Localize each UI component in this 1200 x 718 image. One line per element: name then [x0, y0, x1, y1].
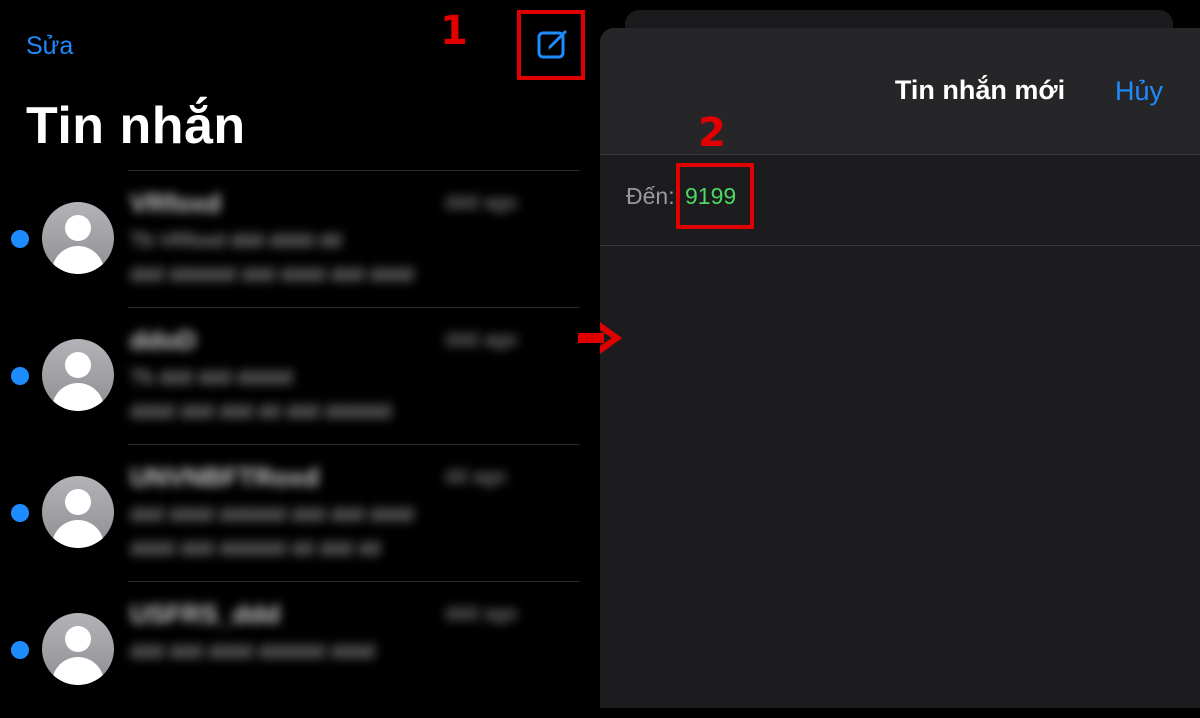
- unread-indicator: [11, 504, 29, 522]
- person-icon: [42, 476, 114, 548]
- cancel-button[interactable]: Hủy: [1115, 76, 1163, 107]
- conversation-row[interactable]: ddoD ddd ago Tb ddd ddd ddddd dddd ddd d…: [0, 307, 600, 444]
- conversation-time: dd ago: [445, 466, 507, 488]
- divider: [128, 444, 580, 445]
- conversation-time: ddd ago: [445, 329, 518, 351]
- messages-list-pane: Sửa Tin nhắn VRfoxd ddd ago Tb VRfoxd dd…: [0, 0, 600, 685]
- divider: [128, 581, 580, 582]
- unread-indicator: [11, 230, 29, 248]
- conversation-name: ddoD: [130, 325, 197, 355]
- conversation-preview-line: ddd dddddd ddd dddd ddd dddd: [130, 264, 414, 286]
- arrow-right-icon: [578, 322, 622, 354]
- conversation-preview-line: Tb VRfoxd ddd dddd dd: [130, 230, 342, 252]
- person-icon: [42, 613, 114, 685]
- conversation-name: USFRS_ddd: [130, 599, 281, 629]
- step2-number: 2: [698, 110, 726, 156]
- conversation-list: VRfoxd ddd ago Tb VRfoxd ddd dddd dd ddd…: [0, 170, 600, 718]
- page-title: Tin nhắn: [26, 97, 246, 155]
- edit-button[interactable]: Sửa: [26, 32, 73, 61]
- sheet-title: Tin nhắn mới: [894, 75, 1066, 105]
- conversation-preview-line: dddd ddd dddddd dd ddd dd: [130, 538, 381, 560]
- unread-indicator: [11, 641, 29, 659]
- conversation-name: VRfoxd: [130, 188, 221, 218]
- conversation-preview-line: Tb ddd ddd ddddd: [130, 367, 293, 389]
- person-icon: [42, 339, 114, 411]
- unread-indicator: [11, 367, 29, 385]
- conversation-preview-line: ddd dddd dddddd ddd ddd dddd: [130, 504, 414, 526]
- step1-number: 1: [440, 8, 468, 54]
- divider: [128, 307, 580, 308]
- conversation-preview-line: dddd ddd ddd dd ddd dddddd: [130, 401, 392, 423]
- conversation-time: ddd ago: [445, 192, 518, 214]
- conversation-row[interactable]: UNVNBFTRoxd dd ago ddd dddd dddddd ddd d…: [0, 444, 600, 581]
- conversation-time: ddd ago: [445, 603, 518, 625]
- recipient-label: Đến:: [626, 183, 675, 209]
- conversation-preview-line: ddd ddd dddd dddddd dddd: [130, 641, 375, 663]
- step2-highlight: [676, 163, 754, 229]
- step1-highlight: [517, 10, 585, 80]
- divider: [128, 170, 580, 171]
- person-icon: [42, 202, 114, 274]
- sheet-header: Tin nhắn mới Hủy: [600, 28, 1200, 155]
- conversation-row[interactable]: VRfoxd ddd ago Tb VRfoxd ddd dddd dd ddd…: [0, 170, 600, 307]
- new-message-sheet: Tin nhắn mới Hủy Đến: 9199: [600, 28, 1200, 708]
- conversation-name: UNVNBFTRoxd: [130, 462, 320, 492]
- conversation-row[interactable]: USFRS_ddd ddd ago ddd ddd dddd dddddd dd…: [0, 581, 600, 718]
